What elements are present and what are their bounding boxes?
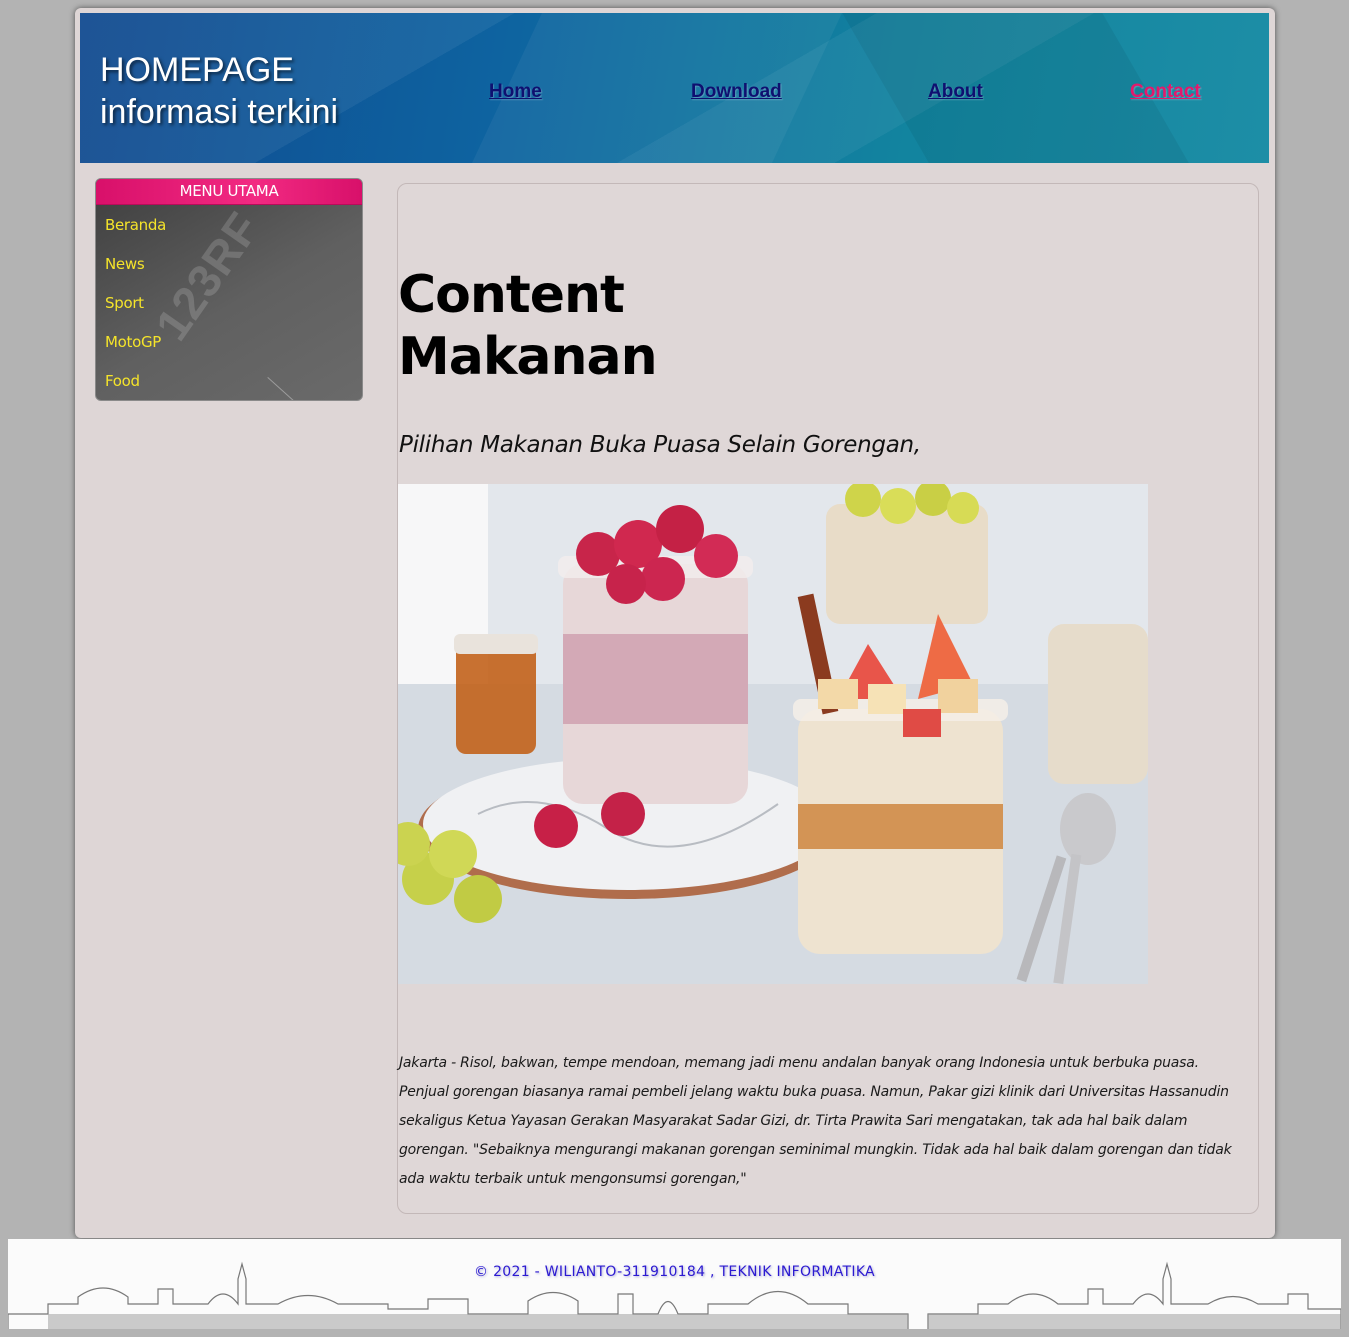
spoon-icon bbox=[1060, 793, 1116, 865]
nav-home-link[interactable]: Home bbox=[489, 81, 542, 103]
skyline-base bbox=[928, 1314, 1341, 1329]
content-title-line2: Makanan bbox=[398, 327, 658, 387]
raspberry-icon bbox=[694, 534, 738, 578]
raspberry-icon bbox=[601, 792, 645, 836]
grape-icon bbox=[880, 488, 916, 524]
oats-jar bbox=[1048, 624, 1148, 784]
food-photo-illustration bbox=[398, 484, 1148, 984]
sidebar-link-sport[interactable]: Sport bbox=[105, 294, 144, 312]
jar-layer bbox=[563, 634, 748, 724]
honey-jar bbox=[456, 644, 536, 754]
article-body: Jakarta - Risol, bakwan, tempe mendoan, … bbox=[399, 1055, 1232, 1187]
site-title-line2: informasi terkini bbox=[100, 93, 339, 131]
sidebar-item-motogp: MotoGP bbox=[96, 322, 362, 361]
sidebar-link-beranda[interactable]: Beranda bbox=[105, 216, 166, 234]
sidebar-title: MENU UTAMA bbox=[96, 179, 362, 205]
skyline-base bbox=[48, 1314, 908, 1329]
sidebar-link-news[interactable]: News bbox=[105, 255, 145, 273]
sidebar-item-news: News bbox=[96, 244, 362, 283]
content-title: Content Makanan bbox=[398, 264, 698, 388]
sidebar-link-motogp[interactable]: MotoGP bbox=[105, 333, 161, 351]
sidebar-link-food[interactable]: Food bbox=[105, 372, 140, 390]
site-title: HOMEPAGE informasi terkini bbox=[100, 49, 338, 133]
apple-cube-icon bbox=[938, 679, 978, 713]
page-wrapper: HOMEPAGE informasi terkini Home Download… bbox=[75, 8, 1275, 1238]
apple-cube-icon bbox=[868, 684, 906, 714]
raspberry-icon bbox=[606, 564, 646, 604]
nav-contact-link[interactable]: Contact bbox=[1130, 81, 1201, 103]
grape-icon bbox=[454, 875, 502, 923]
site-title-line1: HOMEPAGE bbox=[100, 51, 294, 89]
jar-layer bbox=[798, 804, 1003, 849]
raspberry-icon bbox=[534, 804, 578, 848]
site-header: HOMEPAGE informasi terkini Home Download… bbox=[80, 13, 1269, 163]
footer-copyright: © 2021 - WILIANTO-311910184 , TEKNIK INF… bbox=[474, 1264, 875, 1280]
sidebar-item-food: Food bbox=[96, 361, 362, 400]
raspberry-icon bbox=[641, 557, 685, 601]
nav-about-link[interactable]: About bbox=[928, 81, 983, 103]
apple-cube-icon bbox=[903, 709, 941, 737]
sidebar-list: Beranda News Sport MotoGP Food bbox=[96, 205, 362, 400]
content-panel: Content Makanan Pilihan Makanan Buka Pua… bbox=[397, 183, 1259, 1214]
honey-jar-rim bbox=[454, 634, 538, 654]
food-photo bbox=[398, 484, 1148, 984]
site-footer: © 2021 - WILIANTO-311910184 , TEKNIK INF… bbox=[8, 1239, 1341, 1329]
grape-icon bbox=[429, 830, 477, 878]
nav-download-link[interactable]: Download bbox=[691, 81, 782, 103]
sidebar-menu: MENU UTAMA 123RF Beranda News Sport Moto… bbox=[95, 178, 363, 401]
sidebar-item-beranda: Beranda bbox=[96, 205, 362, 244]
grape-icon bbox=[947, 492, 979, 524]
apple-cube-icon bbox=[818, 679, 858, 709]
content-subtitle: Pilihan Makanan Buka Puasa Selain Goreng… bbox=[399, 432, 921, 458]
sidebar-item-sport: Sport bbox=[96, 283, 362, 322]
content-title-line1: Content bbox=[398, 265, 625, 325]
